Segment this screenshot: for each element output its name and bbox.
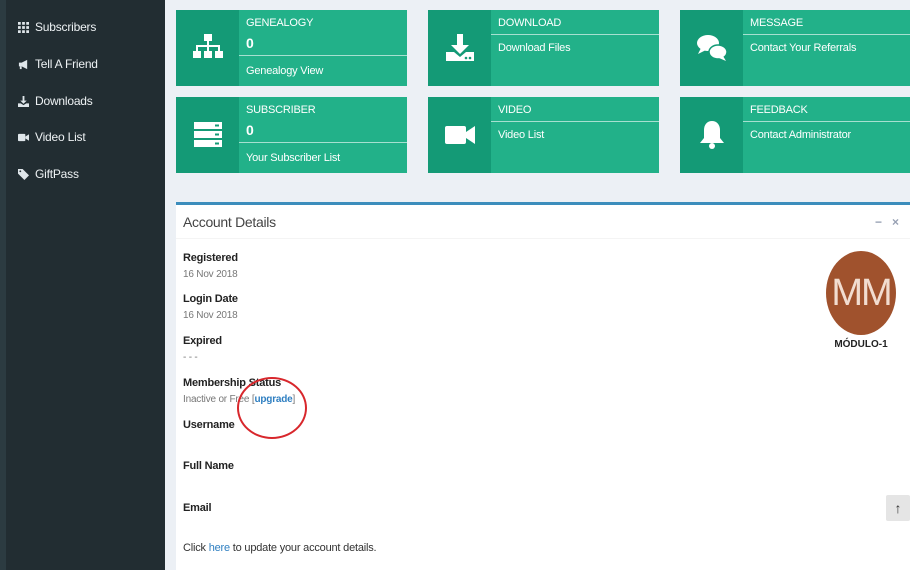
tile-title: SUBSCRIBER	[246, 104, 316, 116]
tile-icon-box	[428, 97, 491, 173]
sidebar-item-label: Downloads	[35, 94, 93, 108]
subscriber-list-link[interactable]: Your Subscriber List	[246, 152, 340, 164]
sidebar-item-video-list[interactable]: Video List	[18, 127, 86, 147]
box-header: Account Details − ×	[176, 205, 910, 239]
tile-title: DOWNLOAD	[498, 17, 562, 29]
contact-administrator-link[interactable]: Contact Administrator	[750, 129, 851, 141]
sidebar-item-label: Subscribers	[35, 20, 97, 34]
sidebar-item-label: GiftPass	[35, 167, 79, 181]
video-camera-icon	[18, 133, 29, 141]
box-title: Account Details	[183, 214, 276, 230]
login-date-label: Login Date	[183, 293, 238, 305]
tile-icon-box	[176, 10, 239, 86]
expired-label: Expired	[183, 335, 222, 347]
membership-status-text: Inactive or Free	[183, 394, 250, 405]
account-details-box: Account Details − × Registered 16 Nov 20…	[176, 202, 910, 570]
avatar: MM	[826, 251, 896, 335]
tile-divider	[743, 121, 910, 122]
footer-suffix: to update your account details.	[229, 542, 377, 554]
sidebar-item-subscribers[interactable]: Subscribers	[18, 17, 96, 37]
upgrade-link[interactable]: upgrade	[254, 394, 292, 405]
scroll-to-top-button[interactable]: ↑	[886, 495, 910, 521]
sitemap-icon	[192, 34, 223, 58]
update-account-note: Click here to update your account detail…	[183, 542, 377, 554]
membership-status-value: Inactive or Free [upgrade]	[183, 394, 295, 405]
bullhorn-icon	[18, 59, 28, 69]
tile-title: MESSAGE	[750, 17, 804, 29]
avatar-initials: MM	[831, 271, 892, 314]
download-icon	[445, 34, 474, 61]
tag-icon	[18, 168, 29, 180]
tile-title: GENEALOGY	[246, 17, 314, 29]
video-camera-icon	[444, 126, 475, 144]
sidebar-item-downloads[interactable]: Downloads	[18, 91, 93, 111]
tile-icon-box	[428, 10, 491, 86]
bell-icon	[699, 121, 724, 149]
tile-genealogy: GENEALOGY 0 Genealogy View	[176, 10, 407, 86]
video-list-link[interactable]: Video List	[498, 129, 544, 141]
tile-title: VIDEO	[498, 104, 532, 116]
tile-divider	[239, 142, 407, 143]
tile-divider	[491, 121, 659, 122]
tile-message: MESSAGE Contact Your Referrals	[680, 10, 910, 86]
tile-icon-box	[176, 97, 239, 173]
sidebar-item-giftpass[interactable]: GiftPass	[18, 164, 79, 184]
expired-value: - - -	[183, 352, 198, 363]
registered-value: 16 Nov 2018	[183, 269, 238, 280]
tile-divider	[743, 34, 910, 35]
email-label: Email	[183, 502, 212, 514]
sidebar-item-label: Video List	[35, 130, 86, 144]
grid-icon	[18, 21, 29, 33]
collapse-button[interactable]: −	[875, 215, 882, 229]
tile-count: 0	[246, 122, 254, 138]
server-icon	[193, 122, 222, 147]
contact-referrals-link[interactable]: Contact Your Referrals	[750, 42, 856, 54]
username-label: Username	[183, 419, 235, 431]
sidebar-item-tell-a-friend[interactable]: Tell A Friend	[18, 54, 98, 74]
download-files-link[interactable]: Download Files	[498, 42, 571, 54]
bracket-close: ]	[292, 394, 296, 405]
sidebar-edge	[0, 0, 6, 570]
tile-count: 0	[246, 35, 254, 51]
login-date-value: 16 Nov 2018	[183, 310, 238, 321]
tile-video: VIDEO Video List	[428, 97, 659, 173]
sidebar-item-label: Tell A Friend	[35, 57, 98, 71]
registered-label: Registered	[183, 252, 238, 264]
tile-icon-box	[680, 10, 743, 86]
tile-feedback: FEEDBACK Contact Administrator	[680, 97, 910, 173]
tile-download: DOWNLOAD Download Files	[428, 10, 659, 86]
avatar-name: MÓDULO-1	[834, 339, 888, 350]
chat-bubbles-icon	[696, 35, 728, 61]
membership-status-label: Membership Status	[183, 377, 282, 389]
tile-divider	[239, 55, 407, 56]
genealogy-view-link[interactable]: Genealogy View	[246, 65, 323, 77]
full-name-label: Full Name	[183, 460, 234, 472]
tile-icon-box	[680, 97, 743, 173]
tile-divider	[491, 34, 659, 35]
update-account-link[interactable]: here	[209, 542, 230, 554]
close-button[interactable]: ×	[892, 215, 899, 229]
footer-prefix: Click	[183, 542, 209, 554]
tile-subscriber: SUBSCRIBER 0 Your Subscriber List	[176, 97, 407, 173]
sidebar: Subscribers Tell A Friend Downloads Vide…	[0, 0, 165, 570]
tile-title: FEEDBACK	[750, 104, 808, 116]
download-icon	[18, 95, 29, 107]
